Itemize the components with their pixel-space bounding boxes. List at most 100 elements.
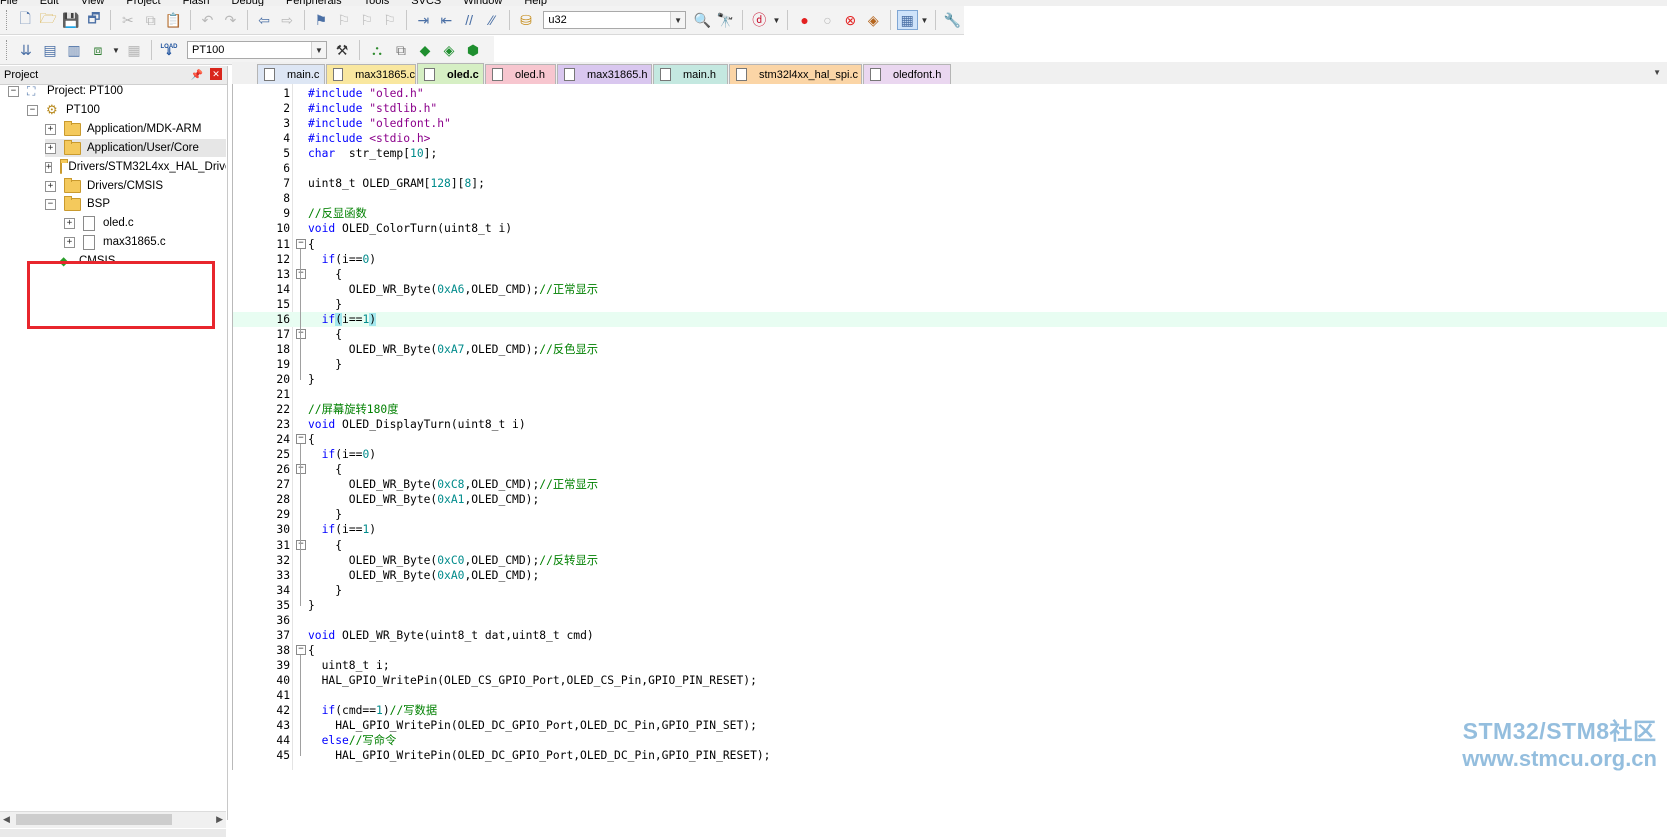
editor-tab[interactable]: max31865.c bbox=[326, 64, 416, 84]
code-line[interactable]: 27 OLED_WR_Byte(0xC8,OLED_CMD);//正常显示 bbox=[233, 477, 1667, 492]
next-bookmark-icon[interactable]: ⚐ bbox=[356, 9, 377, 31]
manage-project-icon[interactable]: ⛬ bbox=[366, 39, 388, 61]
prev-bookmark-icon[interactable]: ⚐ bbox=[333, 9, 354, 31]
stop-build-icon[interactable]: ▦ bbox=[123, 39, 145, 61]
tree-item-group[interactable]: + Drivers/STM32L4xx_HAL_Driver bbox=[45, 158, 226, 176]
fold-toggle-icon[interactable]: − bbox=[296, 328, 306, 339]
new-file-icon[interactable]: 🗋 bbox=[15, 9, 36, 31]
code-line[interactable]: 44 else//写命令 bbox=[233, 733, 1667, 748]
toolbar-grip[interactable] bbox=[6, 40, 10, 60]
incremental-find-icon[interactable]: 🔭 bbox=[715, 9, 736, 31]
cut-icon[interactable]: ✂ bbox=[117, 9, 138, 31]
pack-installer-icon[interactable]: ◆ bbox=[414, 39, 436, 61]
code-line[interactable]: 10 void OLED_ColorTurn(uint8_t i) bbox=[233, 221, 1667, 236]
batch-build-icon[interactable]: ⧈ bbox=[87, 39, 109, 61]
code-line[interactable]: 39 uint8_t i; bbox=[233, 658, 1667, 673]
translate-icon[interactable]: ⇊ bbox=[15, 39, 37, 61]
code-line[interactable]: 21 bbox=[233, 387, 1667, 402]
code-line[interactable]: 32 OLED_WR_Byte(0xC0,OLED_CMD);//反转显示 bbox=[233, 553, 1667, 568]
rebuild-icon[interactable]: ▥ bbox=[63, 39, 85, 61]
configure-icon[interactable]: 🔧 bbox=[942, 9, 963, 31]
code-line[interactable]: 20} bbox=[233, 372, 1667, 387]
expand-icon[interactable]: + bbox=[45, 161, 53, 173]
save-all-icon[interactable]: 🗗 bbox=[84, 9, 105, 31]
code-line[interactable]: 17− { bbox=[233, 327, 1667, 342]
code-line[interactable]: 42 if(cmd==1)//写数据 bbox=[233, 703, 1667, 718]
tree-item-group[interactable]: + Application/User/Core bbox=[45, 139, 226, 157]
code-line[interactable]: 19 } bbox=[233, 357, 1667, 372]
fold-toggle-icon[interactable]: − bbox=[296, 434, 306, 445]
tree-item-file[interactable]: + max31865.c bbox=[64, 233, 166, 251]
code-line[interactable]: 7 uint8_t OLED_GRAM[128][8]; bbox=[233, 176, 1667, 191]
window-layout-icon[interactable]: ▦ bbox=[896, 10, 918, 30]
collapse-icon[interactable]: − bbox=[8, 85, 19, 97]
file-extensions-icon[interactable]: ⧉ bbox=[390, 39, 412, 61]
disable-breakpoint-icon[interactable]: ○ bbox=[817, 9, 838, 31]
tree-item-file[interactable]: + oled.c bbox=[64, 214, 134, 232]
chevron-down-icon[interactable]: ▼ bbox=[311, 42, 326, 58]
code-line[interactable]: 22 //屏幕旋转180度 bbox=[233, 402, 1667, 417]
chevron-down-icon[interactable]: ▼ bbox=[920, 9, 930, 31]
pin-icon[interactable]: 📌 bbox=[191, 70, 203, 81]
code-line[interactable]: 30 if(i==1) bbox=[233, 522, 1667, 537]
save-icon[interactable]: 💾 bbox=[61, 9, 82, 31]
code-editor[interactable]: 1 #include "oled.h" 2 #include "stdlib.h" 3 #… bbox=[232, 84, 1667, 770]
code-line[interactable]: 25 if(i==0) bbox=[233, 447, 1667, 462]
comment-icon[interactable]: // bbox=[459, 9, 480, 31]
code-line[interactable]: 41 bbox=[233, 688, 1667, 703]
navigate-forward-icon[interactable]: ⇨ bbox=[277, 9, 298, 31]
tree-item-group[interactable]: + Drivers/CMSIS bbox=[45, 177, 163, 195]
kill-breakpoints-icon[interactable]: ◈ bbox=[863, 9, 884, 31]
fold-toggle-icon[interactable]: − bbox=[296, 238, 306, 249]
editor-tab[interactable]: stm32l4xx_hal_spi.c bbox=[729, 64, 862, 84]
code-line[interactable]: 3 #include "oledfont.h" bbox=[233, 116, 1667, 131]
fold-toggle-icon[interactable]: − bbox=[296, 539, 306, 550]
expand-icon[interactable]: + bbox=[45, 142, 56, 154]
toolbar-grip[interactable] bbox=[6, 10, 10, 30]
navigate-back-icon[interactable]: ⇦ bbox=[254, 9, 275, 31]
editor-tab[interactable]: main.h bbox=[653, 64, 728, 84]
code-line[interactable]: 11−{ bbox=[233, 237, 1667, 252]
editor-tab[interactable]: oled.c bbox=[417, 63, 484, 85]
code-line[interactable]: 6 bbox=[233, 161, 1667, 176]
tree-item-group[interactable]: + Application/MDK-ARM bbox=[45, 120, 201, 138]
debug-session-icon[interactable]: ⓓ bbox=[749, 9, 770, 31]
clear-breakpoints-icon[interactable]: ⊗ bbox=[840, 9, 861, 31]
code-line[interactable]: 26− { bbox=[233, 462, 1667, 477]
code-line[interactable]: 13− { bbox=[233, 267, 1667, 282]
editor-tab[interactable]: oled.h bbox=[485, 64, 556, 84]
expand-icon[interactable]: + bbox=[64, 217, 75, 229]
code-line[interactable]: 33 OLED_WR_Byte(0xA0,OLED_CMD); bbox=[233, 568, 1667, 583]
copy-icon[interactable]: ⧉ bbox=[140, 9, 161, 31]
select-packs-icon[interactable]: ◈ bbox=[438, 39, 460, 61]
editor-tab[interactable]: main.c bbox=[257, 64, 325, 84]
code-line[interactable]: 12 if(i==0) bbox=[233, 252, 1667, 267]
indent-icon[interactable]: ⇥ bbox=[413, 9, 434, 31]
unindent-icon[interactable]: ⇤ bbox=[436, 9, 457, 31]
breakpoint-icon[interactable]: ● bbox=[794, 9, 815, 31]
code-line[interactable]: 1 #include "oled.h" bbox=[233, 86, 1667, 101]
code-line[interactable]: 14 OLED_WR_Byte(0xA6,OLED_CMD);//正常显示 bbox=[233, 282, 1667, 297]
tree-item-target[interactable]: − ⚙ PT100 bbox=[27, 101, 100, 119]
open-folder-icon[interactable]: 🗁 bbox=[38, 9, 59, 31]
code-line[interactable]: 23 void OLED_DisplayTurn(uint8_t i) bbox=[233, 417, 1667, 432]
undo-icon[interactable]: ↶ bbox=[197, 9, 218, 31]
fold-toggle-icon[interactable]: − bbox=[296, 464, 306, 475]
code-line[interactable]: 43 HAL_GPIO_WritePin(OLED_DC_GPIO_Port,O… bbox=[233, 718, 1667, 733]
chevron-down-icon[interactable]: ▼ bbox=[111, 39, 121, 61]
tab-list-chevron-icon[interactable]: ▼ bbox=[1653, 68, 1661, 77]
project-target-combo[interactable]: PT100 ▼ bbox=[187, 41, 327, 59]
download-icon[interactable]: LOAD ⇓ bbox=[158, 39, 180, 61]
editor-tab[interactable]: oledfont.h bbox=[863, 64, 951, 84]
tree-item-project[interactable]: − ⛶ Project: PT100 bbox=[8, 82, 123, 100]
build-icon[interactable]: ▤ bbox=[39, 39, 61, 61]
code-line[interactable]: 34 } bbox=[233, 583, 1667, 598]
expand-icon[interactable]: + bbox=[45, 180, 56, 192]
fold-toggle-icon[interactable]: − bbox=[296, 268, 306, 279]
code-line[interactable]: 2 #include "stdlib.h" bbox=[233, 101, 1667, 116]
find-icon[interactable]: 🔍 bbox=[692, 9, 713, 31]
redo-icon[interactable]: ↷ bbox=[220, 9, 241, 31]
code-line[interactable]: 28 OLED_WR_Byte(0xA1,OLED_CMD); bbox=[233, 492, 1667, 507]
code-line[interactable]: 31− { bbox=[233, 538, 1667, 553]
close-icon[interactable]: ✕ bbox=[210, 68, 222, 80]
